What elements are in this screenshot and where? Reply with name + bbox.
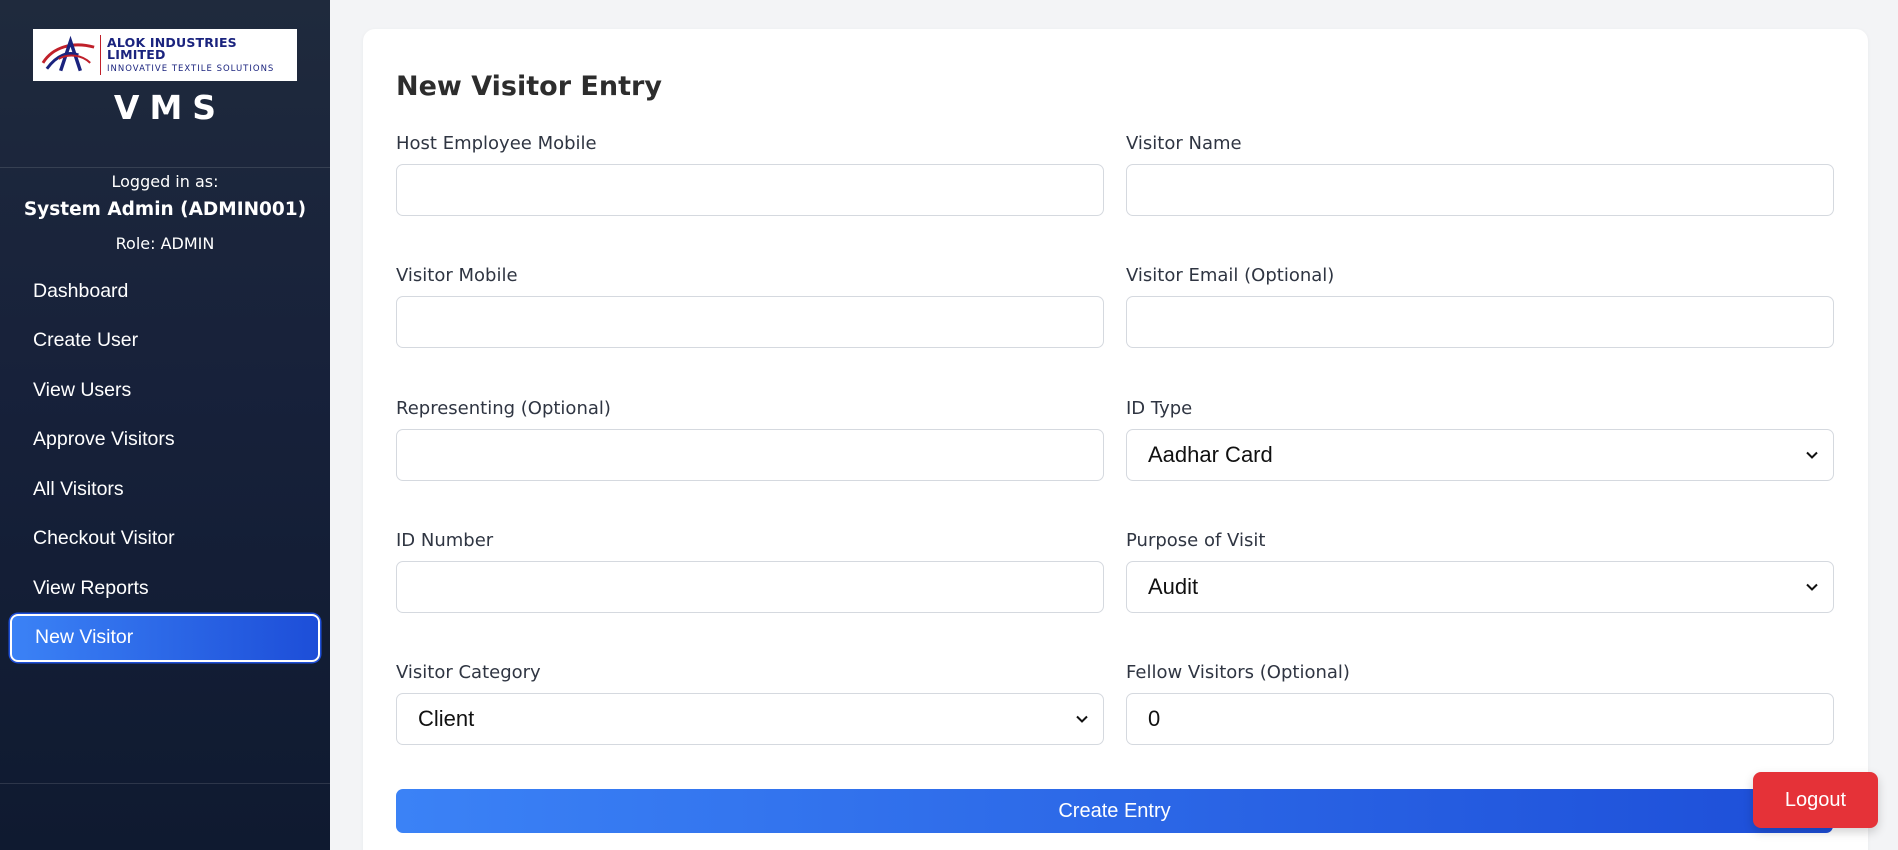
representing-label: Representing (Optional) xyxy=(396,398,611,419)
logged-in-label: Logged in as: xyxy=(111,172,219,191)
company-name: ALOK INDUSTRIES LIMITED xyxy=(107,34,237,63)
visitor-name-label: Visitor Name xyxy=(1126,133,1242,154)
sidebar-bottom-divider xyxy=(0,783,330,784)
company-logo: ALOK INDUSTRIES LIMITED INNOVATIVE TEXTI… xyxy=(33,29,297,81)
sidebar-item-create-user[interactable]: Create User xyxy=(10,317,320,365)
id-type-select[interactable]: Aadhar Card xyxy=(1126,429,1834,481)
sidebar-item-dashboard[interactable]: Dashboard xyxy=(10,267,320,315)
logo-divider xyxy=(100,35,102,75)
chevron-down-icon xyxy=(1076,715,1088,723)
logout-button[interactable]: Logout xyxy=(1753,772,1878,828)
sidebar-item-checkout-visitor[interactable]: Checkout Visitor xyxy=(10,515,320,563)
purpose-select[interactable]: Audit xyxy=(1126,561,1834,613)
user-role: Role: ADMIN xyxy=(115,234,215,253)
app-name: VMS xyxy=(113,88,227,127)
host-mobile-input[interactable] xyxy=(396,164,1104,216)
company-tagline: INNOVATIVE TEXTILE SOLUTIONS xyxy=(107,63,275,74)
sidebar-item-view-users[interactable]: View Users xyxy=(10,366,320,414)
sidebar-item-view-reports[interactable]: View Reports xyxy=(10,564,320,612)
page-title: New Visitor Entry xyxy=(396,71,662,102)
id-number-input[interactable] xyxy=(396,561,1104,613)
category-select[interactable]: Client xyxy=(396,693,1104,745)
chevron-down-icon xyxy=(1806,451,1818,459)
fellow-visitors-label: Fellow Visitors (Optional) xyxy=(1126,662,1350,683)
create-entry-button[interactable]: Create Entry xyxy=(396,789,1833,833)
chevron-down-icon xyxy=(1806,583,1818,591)
fellow-visitors-input[interactable]: 0 xyxy=(1126,693,1834,745)
id-type-label: ID Type xyxy=(1126,398,1193,419)
purpose-selected: Audit xyxy=(1148,574,1199,599)
sidebar-divider xyxy=(0,167,330,168)
sidebar-item-approve-visitors[interactable]: Approve Visitors xyxy=(10,416,320,464)
sidebar: ALOK INDUSTRIES LIMITED INNOVATIVE TEXTI… xyxy=(0,0,330,850)
representing-input[interactable] xyxy=(396,429,1104,481)
visitor-email-input[interactable] xyxy=(1126,296,1834,348)
host-mobile-label: Host Employee Mobile xyxy=(396,133,597,154)
purpose-label: Purpose of Visit xyxy=(1126,530,1266,551)
visitor-name-input[interactable] xyxy=(1126,164,1834,216)
visitor-email-label: Visitor Email (Optional) xyxy=(1126,265,1335,286)
alok-swoosh-logo-icon xyxy=(41,35,95,72)
visitor-mobile-label: Visitor Mobile xyxy=(396,265,518,286)
id-number-label: ID Number xyxy=(396,530,494,551)
category-selected: Client xyxy=(418,706,475,731)
visitor-mobile-input[interactable] xyxy=(396,296,1104,348)
sidebar-item-new-visitor[interactable]: New Visitor xyxy=(10,613,320,662)
sidebar-nav: Dashboard Create User View Users Approve… xyxy=(10,267,320,663)
sidebar-item-all-visitors[interactable]: All Visitors xyxy=(10,465,320,513)
user-name: System Admin (ADMIN001) xyxy=(23,199,307,220)
visitor-entry-card: New Visitor Entry Host Employee Mobile V… xyxy=(363,29,1868,850)
category-label: Visitor Category xyxy=(396,662,541,683)
id-type-selected: Aadhar Card xyxy=(1148,442,1273,467)
